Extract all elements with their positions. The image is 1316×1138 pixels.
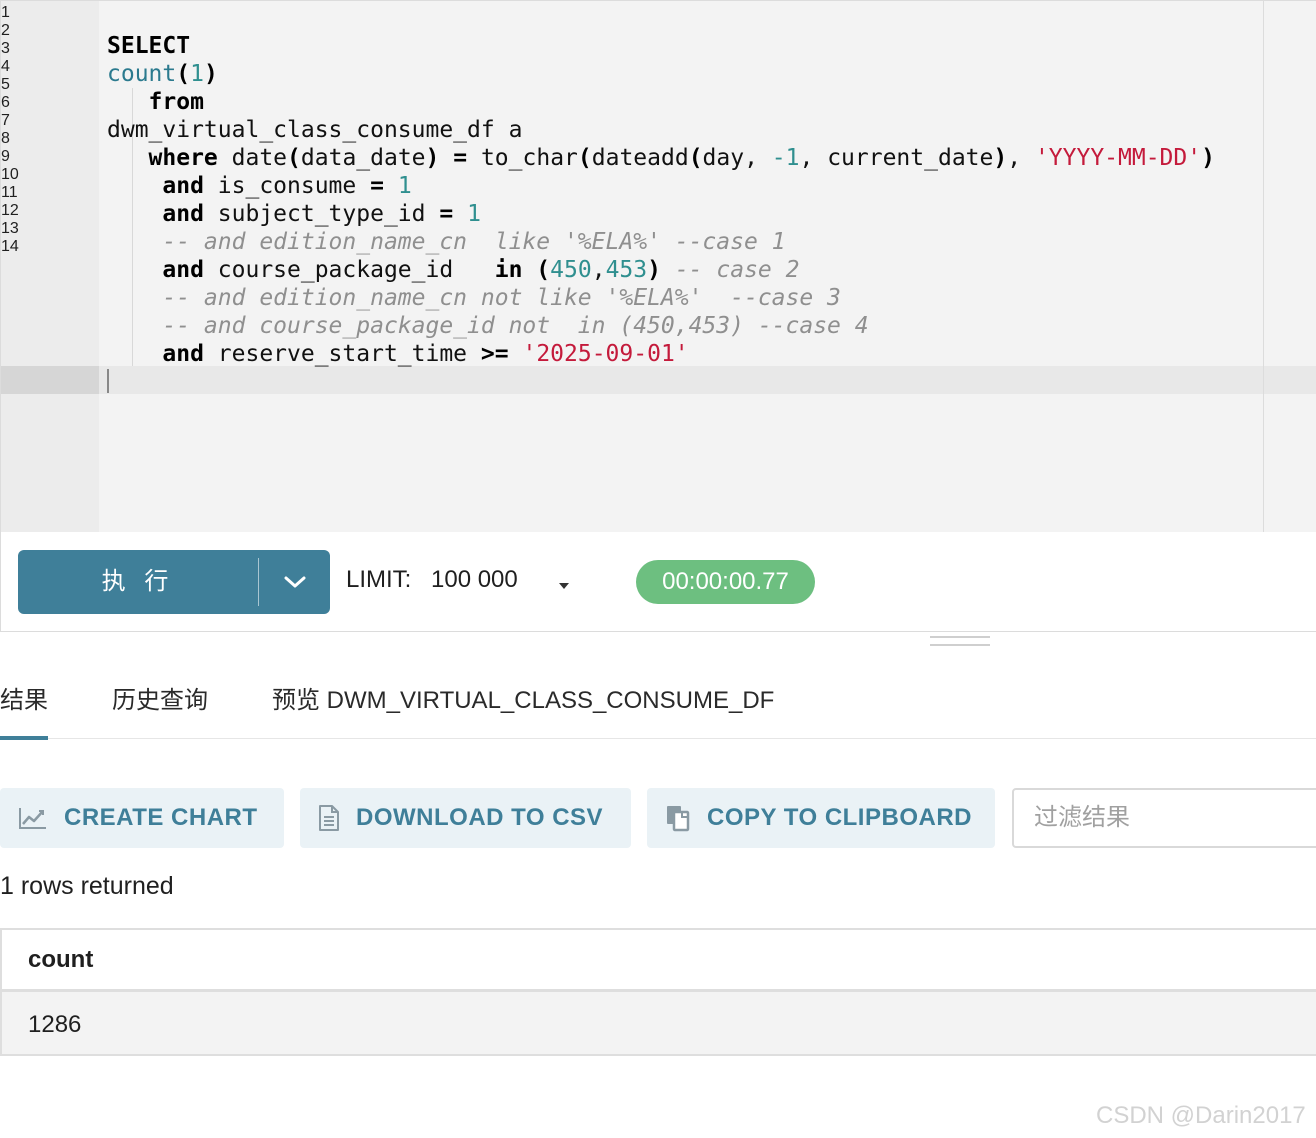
document-icon [318,804,340,832]
caret-down-icon[interactable] [558,577,570,595]
code-line[interactable]: -- and edition_name_cn not like '%ELA%' … [107,284,841,312]
code-line[interactable]: -- and course_package_id not in (450,453… [107,312,868,340]
code-line[interactable]: and is_consume = 1 [107,172,411,200]
active-line-gutter-highlight [1,366,99,394]
line-number: 7 [1,112,10,129]
line-number: 9 [1,148,10,165]
create-chart-label: CREATE CHART [64,804,258,831]
watermark: CSDN @Darin2017 [1096,1102,1306,1129]
line-number: 12 [1,202,19,219]
column-header-count[interactable]: count [28,946,93,974]
active-line-highlight [99,366,1316,394]
line-number: 13 [1,220,19,237]
sql-editor[interactable]: 1 2 3 4 5 6 7 8 9 10 11 12 13 14 SELECT … [0,0,1316,532]
table-cell: 1286 [28,1011,82,1038]
rows-returned-count: 1 rows returned [0,872,174,900]
copy-icon [665,804,691,832]
limit-label: LIMIT: [346,566,412,593]
code-line[interactable]: where date(data_date) = to_char(dateadd(… [107,144,1215,172]
line-number: 8 [1,130,10,147]
text-cursor [107,369,109,393]
resize-handle[interactable] [930,636,990,648]
run-button[interactable]: 执 行 [18,550,330,614]
code-line[interactable]: and subject_type_id = 1 [107,200,481,228]
limit-select[interactable]: 100 000 [431,566,518,594]
copy-clipboard-button[interactable]: COPY TO CLIPBOARD [647,788,995,848]
tab-query-history[interactable]: 历史查询 [112,680,208,716]
tab-results[interactable]: 结果 [0,680,48,716]
chevron-down-icon[interactable] [259,550,330,614]
line-number: 4 [1,58,10,75]
line-chart-icon [18,806,48,830]
tabs-divider [0,738,1316,739]
download-csv-button[interactable]: DOWNLOAD TO CSV [300,788,631,848]
line-number: 6 [1,94,10,111]
line-number: 10 [1,166,19,183]
run-button-label: 执 行 [101,568,175,595]
line-number: 3 [1,40,10,57]
line-number: 2 [1,22,10,39]
filter-results-input[interactable] [1012,788,1316,848]
download-csv-label: DOWNLOAD TO CSV [356,804,604,831]
line-number: 11 [1,184,18,201]
line-number: 5 [1,76,10,93]
code-line[interactable]: -- and edition_name_cn like '%ELA%' --ca… [107,228,785,256]
print-margin [1263,1,1264,532]
code-line[interactable]: SELECT [107,32,190,60]
code-line[interactable]: count(1) [107,60,218,88]
code-line[interactable]: dwm_virtual_class_consume_df a [107,116,522,144]
line-number: 14 [1,238,19,255]
tab-preview-table[interactable]: 预览 DWM_VIRTUAL_CLASS_CONSUME_DF [272,680,774,716]
line-number: 1 [1,4,10,21]
table-header-row: count [2,930,1316,992]
results-table: count 1286 [0,928,1316,1056]
code-line[interactable]: and reserve_start_time >= '2025-09-01' [107,340,688,368]
code-line[interactable]: and course_package_id in (450,453) -- ca… [107,256,799,284]
query-timer-badge: 00:00:00.77 [636,560,815,604]
active-tab-indicator [0,736,48,740]
create-chart-button[interactable]: CREATE CHART [0,788,284,848]
copy-clipboard-label: COPY TO CLIPBOARD [707,804,972,831]
table-row: 1286 [2,992,1316,1054]
code-line[interactable]: from [107,88,204,116]
